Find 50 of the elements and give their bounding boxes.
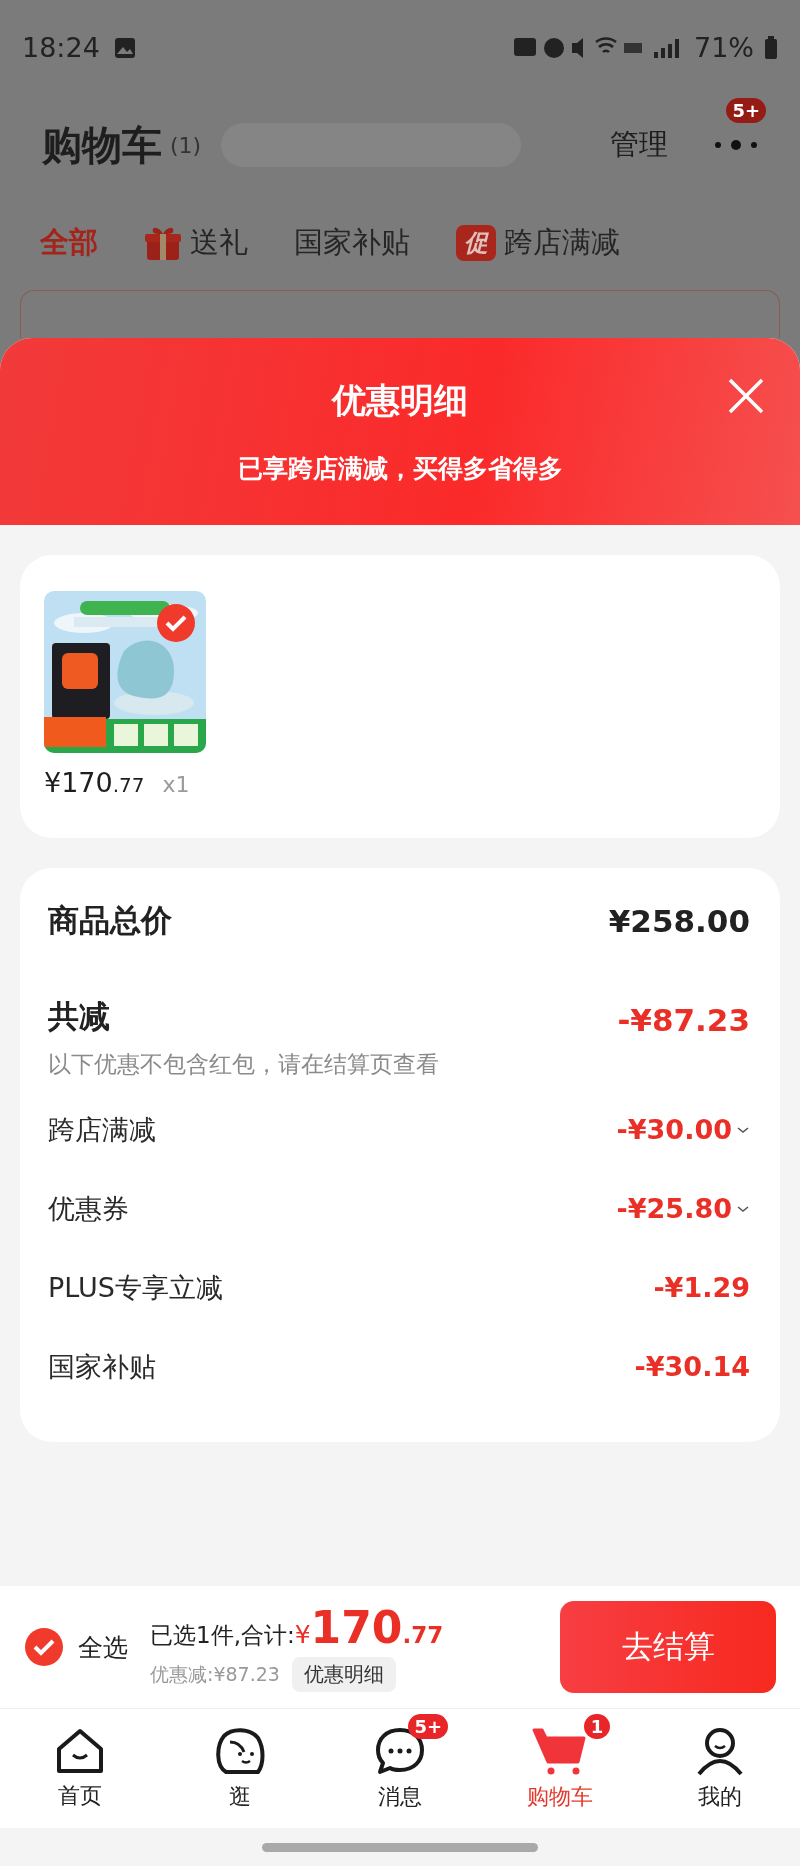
nav-tab[interactable]: 我的 xyxy=(640,1709,800,1828)
chevron-down-icon[interactable] xyxy=(736,1203,750,1214)
manage-button[interactable]: 管理 xyxy=(604,124,674,166)
checkout-button[interactable]: 去结算 xyxy=(560,1601,776,1693)
sheet-title: 优惠明细 xyxy=(332,379,468,422)
item-quantity: x1 xyxy=(162,772,190,797)
notification-badge: 1 xyxy=(584,1713,610,1739)
nav-tab[interactable]: 1 购物车 xyxy=(480,1709,640,1828)
discount-value: -¥30.00 xyxy=(616,1114,732,1145)
filter-tab[interactable]: 国家补贴 xyxy=(294,222,410,263)
promo-badge: 促 xyxy=(456,224,496,261)
summary-note: 以下优惠不包含红包，请在结算页查看 xyxy=(48,1049,439,1079)
saved-amount: 优惠减:¥87.23 xyxy=(150,1661,280,1687)
discount-label: PLUS专享立减 xyxy=(48,1270,223,1305)
nav-tab[interactable]: 逛 xyxy=(160,1709,320,1828)
discount-value: -¥30.14 xyxy=(634,1351,750,1382)
summary-value: -¥87.23 xyxy=(617,1002,750,1038)
cart-count: (1) xyxy=(170,132,202,158)
image-icon xyxy=(113,36,136,59)
discount-value: -¥1.29 xyxy=(653,1272,750,1303)
summary-label: 共减 xyxy=(48,997,110,1036)
discount-label: 优惠券 xyxy=(48,1191,129,1226)
discount-detail-button[interactable]: 优惠明细 xyxy=(291,1657,396,1692)
battery-percent: 71% xyxy=(694,32,754,63)
summary-label: 商品总价 xyxy=(48,901,172,940)
filter-tab[interactable]: 促 跨店满减 xyxy=(456,222,620,263)
nav-tab[interactable]: 首页 xyxy=(0,1709,160,1828)
close-button[interactable] xyxy=(726,376,766,416)
select-all-label: 全选 xyxy=(78,1631,128,1664)
smiling-blob-icon xyxy=(214,1725,266,1776)
status-time: 18:24 xyxy=(22,32,100,63)
chevron-down-icon[interactable] xyxy=(736,1124,750,1135)
item-price: ¥170.77 xyxy=(44,767,145,798)
page-title: 购物车 xyxy=(42,120,162,170)
home-icon xyxy=(55,1726,105,1775)
notification-badge: 5+ xyxy=(726,97,766,123)
sheet-subtitle: 已享跨店满减，买得多省得多 xyxy=(237,453,563,485)
total-amount: 已选1件,合计:¥170.77 xyxy=(150,1602,444,1653)
discount-value: -¥25.80 xyxy=(616,1193,732,1224)
item-checkbox[interactable] xyxy=(156,603,196,643)
battery-icon xyxy=(764,35,778,60)
person-icon xyxy=(695,1725,745,1776)
discount-label: 跨店满减 xyxy=(48,1112,156,1147)
filter-tab[interactable]: 送礼 xyxy=(144,222,248,263)
select-all-checkbox[interactable] xyxy=(24,1627,64,1667)
nav-tab[interactable]: 5+ 消息 xyxy=(320,1709,480,1828)
summary-value: ¥258.00 xyxy=(608,903,750,939)
more-icon[interactable] xyxy=(714,138,760,151)
discount-label: 国家补贴 xyxy=(48,1349,156,1384)
notification-badge: 5+ xyxy=(408,1713,448,1739)
